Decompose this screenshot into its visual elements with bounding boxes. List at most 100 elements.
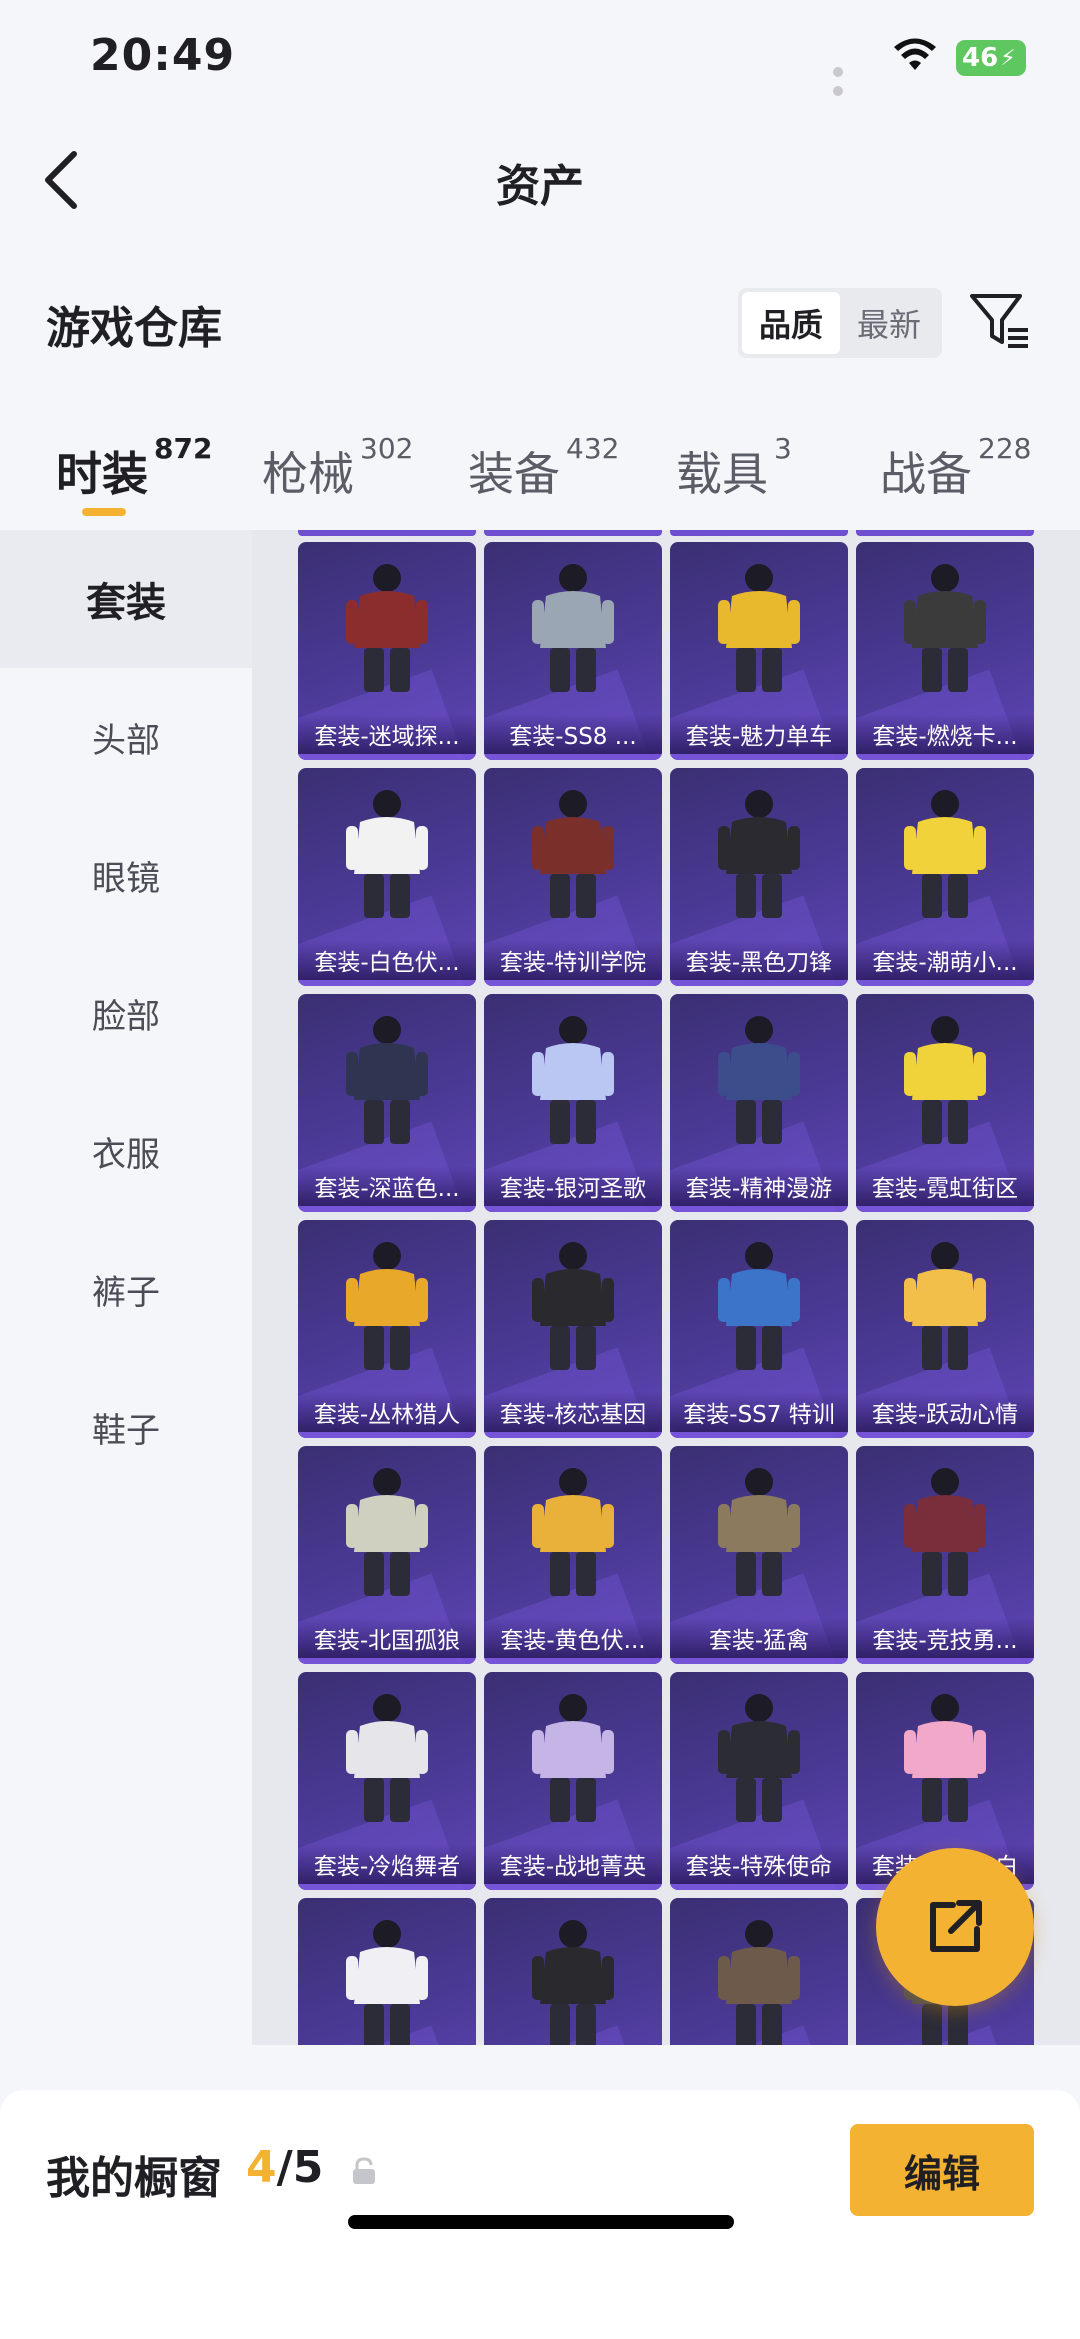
tab-firearms[interactable]: 枪械 302 xyxy=(262,432,413,504)
tab-count: 302 xyxy=(360,432,414,465)
outfit-icon xyxy=(718,564,800,692)
tab-supplies[interactable]: 战备 228 xyxy=(880,432,1031,504)
item-name: 套装-特殊使命 xyxy=(670,1844,848,1884)
item-tile[interactable]: 套装-冷焰舞者 xyxy=(298,1672,476,1890)
tab-count: 228 xyxy=(978,432,1032,465)
item-name: 套装-冷焰舞者 xyxy=(298,1844,476,1884)
sidebar-item-glasses[interactable]: 眼镜 xyxy=(0,806,252,944)
tab-vehicles[interactable]: 载具 3 xyxy=(676,432,792,504)
item-name: 套装-猛禽 xyxy=(670,1618,848,1658)
item-tile[interactable]: 套装-跃动心情 xyxy=(856,1220,1034,1438)
lock-icon xyxy=(353,2157,375,2184)
item-name: 套装-潮萌小... xyxy=(856,940,1034,980)
showcase-count: 4/5 xyxy=(246,2142,323,2193)
item-tile[interactable]: 套装-深蓝色... xyxy=(298,994,476,1212)
outfit-icon xyxy=(718,1016,800,1144)
tab-label: 装备 xyxy=(468,447,560,501)
showcase-used: 4 xyxy=(246,2142,277,2193)
wifi-icon xyxy=(894,38,936,70)
outfit-icon xyxy=(718,1242,800,1370)
outfit-icon xyxy=(532,1242,614,1370)
tab-count: 432 xyxy=(566,432,620,465)
item-name: 套装-跃动心情 xyxy=(856,1392,1034,1432)
item-name: 套装-精神漫游 xyxy=(670,1166,848,1206)
sidebar-item-shoes[interactable]: 鞋子 xyxy=(0,1358,252,1496)
warehouse-header: 游戏仓库 品质 最新 xyxy=(0,270,1080,370)
outfit-icon xyxy=(346,1468,428,1596)
outfit-icon xyxy=(532,1920,614,2045)
item-tile[interactable]: 套装-精神漫游 xyxy=(670,994,848,1212)
outfit-icon xyxy=(346,1694,428,1822)
item-tile[interactable]: 套装-战地菁英 xyxy=(484,1672,662,1890)
item-name: 套装-丛林猎人 xyxy=(298,1392,476,1432)
filter-icon[interactable] xyxy=(968,290,1032,354)
sort-option-newest[interactable]: 最新 xyxy=(840,292,938,354)
sidebar-item-clothes[interactable]: 衣服 xyxy=(0,1082,252,1220)
tab-count: 3 xyxy=(774,432,792,465)
outfit-icon xyxy=(346,1016,428,1144)
status-bar: 20:49 46 ⚡ xyxy=(0,0,1080,120)
showcase-total: /5 xyxy=(276,2142,324,2193)
battery-level: 46 xyxy=(962,43,999,73)
item-tile[interactable] xyxy=(670,1898,848,2045)
item-tile[interactable]: 套装-燃烧卡... xyxy=(856,542,1034,760)
item-name: 套装-北国孤狼 xyxy=(298,1618,476,1658)
item-tile[interactable]: 套装-北国孤狼 xyxy=(298,1446,476,1664)
item-tile[interactable]: 套装-竞技勇... xyxy=(856,1446,1034,1664)
item-tile[interactable]: 套装-特殊使命 xyxy=(670,1672,848,1890)
item-tile[interactable]: 套装-特训学院 xyxy=(484,768,662,986)
sort-toggle: 品质 最新 xyxy=(738,288,942,358)
edit-button[interactable]: 编辑 xyxy=(850,2124,1034,2216)
item-name: 套装-迷域探... xyxy=(298,714,476,754)
outfit-icon xyxy=(904,1242,986,1370)
item-tile[interactable]: 套装-霓虹街区 xyxy=(856,994,1034,1212)
sidebar-item-pants[interactable]: 裤子 xyxy=(0,1220,252,1358)
tab-equipment[interactable]: 装备 432 xyxy=(468,432,619,504)
item-tile[interactable]: 套装-SS7 特训 xyxy=(670,1220,848,1438)
sidebar-item-suit[interactable]: 套装 xyxy=(0,530,252,668)
sidebar-item-head[interactable]: 头部 xyxy=(0,668,252,806)
sidebar: 套装 头部 眼镜 脸部 衣服 裤子 鞋子 xyxy=(0,530,252,2045)
sort-option-quality[interactable]: 品质 xyxy=(742,292,840,354)
outfit-icon xyxy=(718,1920,800,2045)
item-tile[interactable]: 套装-白色伏... xyxy=(298,768,476,986)
outfit-icon xyxy=(532,564,614,692)
item-tile[interactable]: 套装-SS8 ... xyxy=(484,542,662,760)
outfit-icon xyxy=(904,564,986,692)
item-tile[interactable]: 套装-核芯基因 xyxy=(484,1220,662,1438)
item-tile[interactable]: 套装-魅力单车 xyxy=(670,542,848,760)
outfit-icon xyxy=(346,564,428,692)
sidebar-item-face[interactable]: 脸部 xyxy=(0,944,252,1082)
status-time: 20:49 xyxy=(90,30,236,81)
item-name: 套装-魅力单车 xyxy=(670,714,848,754)
item-tile[interactable]: 套装-黑色刀锋 xyxy=(670,768,848,986)
item-tile[interactable]: 套装-潮萌小... xyxy=(856,768,1034,986)
outfit-icon xyxy=(346,1242,428,1370)
item-tile[interactable] xyxy=(484,1898,662,2045)
tab-count: 872 xyxy=(154,432,213,465)
item-grid-area[interactable]: 套装-迷域探... 套装-SS8 ... 套装-魅力单车 套装-燃烧卡... 套装-白色… xyxy=(252,530,1080,2045)
content-area: 套装 头部 眼镜 脸部 衣服 裤子 鞋子 套装-迷域探... 套装-SS8 ...… xyxy=(0,530,1080,2045)
item-tile[interactable]: 套装-丛林猎人 xyxy=(298,1220,476,1438)
item-tile[interactable]: 套装-猛禽 xyxy=(670,1446,848,1664)
outfit-icon xyxy=(718,790,800,918)
battery-icon: 46 ⚡ xyxy=(956,40,1026,76)
item-tile[interactable]: 套装-黄色伏... xyxy=(484,1446,662,1664)
tab-fashion[interactable]: 时装 872 xyxy=(56,432,212,504)
item-tile[interactable]: 套装-银河圣歌 xyxy=(484,994,662,1212)
item-name: 套装-白色伏... xyxy=(298,940,476,980)
item-name: 套装-特训学院 xyxy=(484,940,662,980)
outfit-icon xyxy=(346,790,428,918)
outfit-icon xyxy=(904,1016,986,1144)
outfit-icon xyxy=(532,790,614,918)
outfit-icon xyxy=(346,1920,428,2045)
outfit-icon xyxy=(904,1468,986,1596)
share-icon xyxy=(930,1900,982,1952)
item-name: 套装-燃烧卡... xyxy=(856,714,1034,754)
warehouse-title: 游戏仓库 xyxy=(46,303,222,354)
item-tile[interactable] xyxy=(298,1898,476,2045)
share-button[interactable] xyxy=(876,1848,1034,2006)
tab-label: 载具 xyxy=(676,447,768,501)
item-tile[interactable]: 套装-迷域探... xyxy=(298,542,476,760)
signal-dots-icon xyxy=(833,62,857,96)
